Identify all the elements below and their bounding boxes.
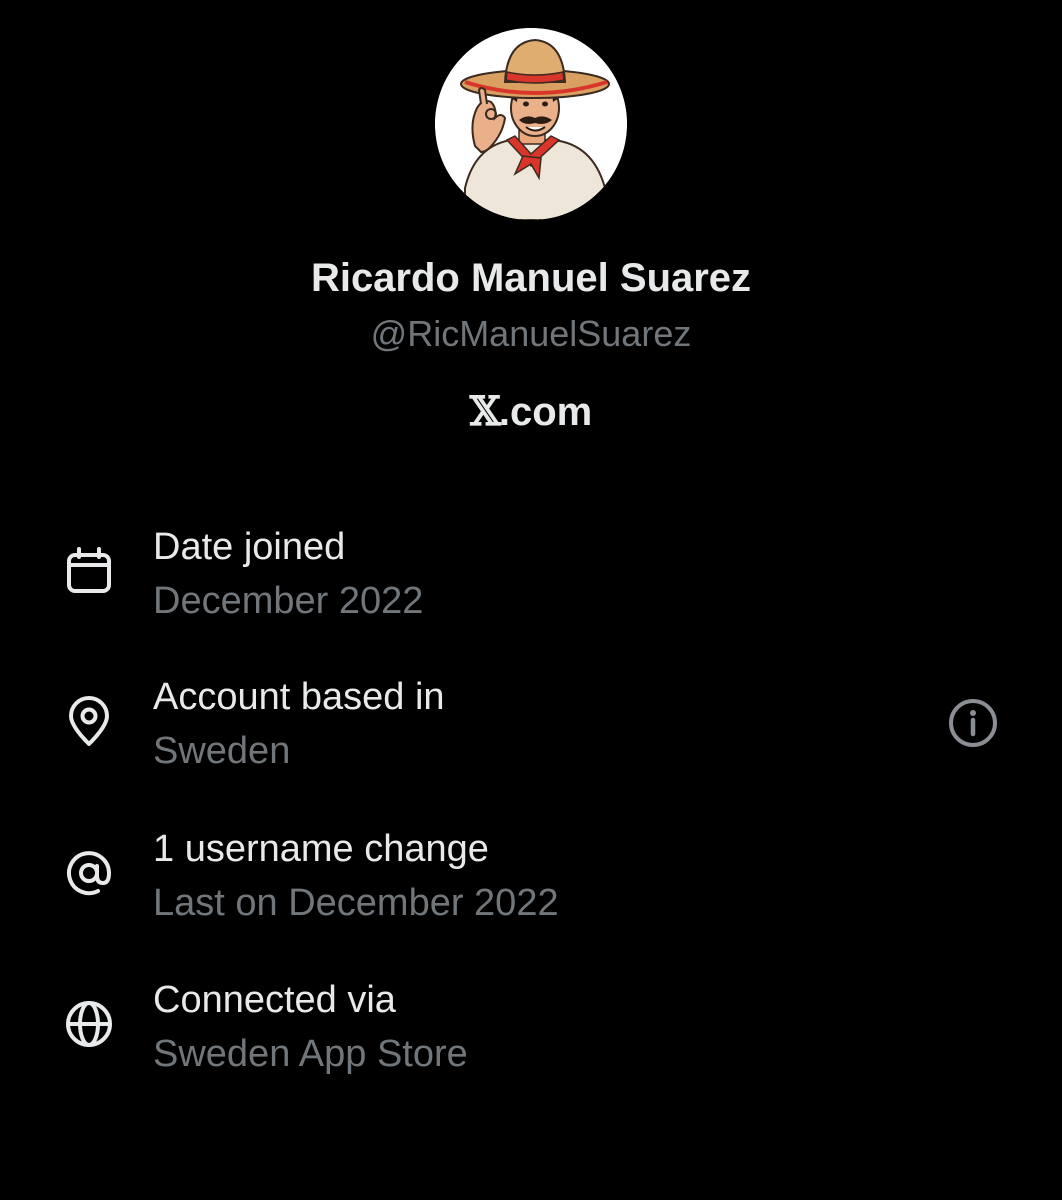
info-button[interactable]	[946, 696, 1000, 750]
at-sign-icon	[62, 846, 116, 900]
location-pin-icon	[62, 694, 116, 748]
site-domain-suffix: .com	[498, 390, 593, 434]
info-icon	[949, 699, 997, 747]
site-domain: 𝕏.com	[0, 386, 1062, 438]
username-handle: @RicManuelSuarez	[370, 313, 692, 354]
display-name: Ricardo Manuel Suarez	[310, 256, 752, 300]
x-logo: 𝕏	[469, 388, 501, 435]
globe-icon	[62, 997, 116, 1051]
info-row-account-based-in: Account based in Sweden	[0, 672, 1062, 792]
info-label: Connected via	[153, 979, 396, 1021]
avatar-illustration	[435, 28, 627, 220]
info-row-username-change: 1 username change Last on December 2022	[0, 824, 1062, 944]
info-row-connected-via: Connected via Sweden App Store	[0, 975, 1062, 1095]
avatar[interactable]	[435, 28, 627, 220]
info-row-date-joined: Date joined December 2022	[0, 522, 1062, 642]
info-value: Sweden App Store	[153, 1033, 468, 1075]
info-value: Last on December 2022	[153, 882, 559, 924]
info-value: December 2022	[153, 580, 424, 622]
info-label: 1 username change	[153, 828, 489, 870]
info-label: Date joined	[153, 526, 346, 568]
info-label: Account based in	[153, 676, 445, 718]
info-value: Sweden	[153, 730, 291, 772]
calendar-icon	[62, 544, 116, 598]
